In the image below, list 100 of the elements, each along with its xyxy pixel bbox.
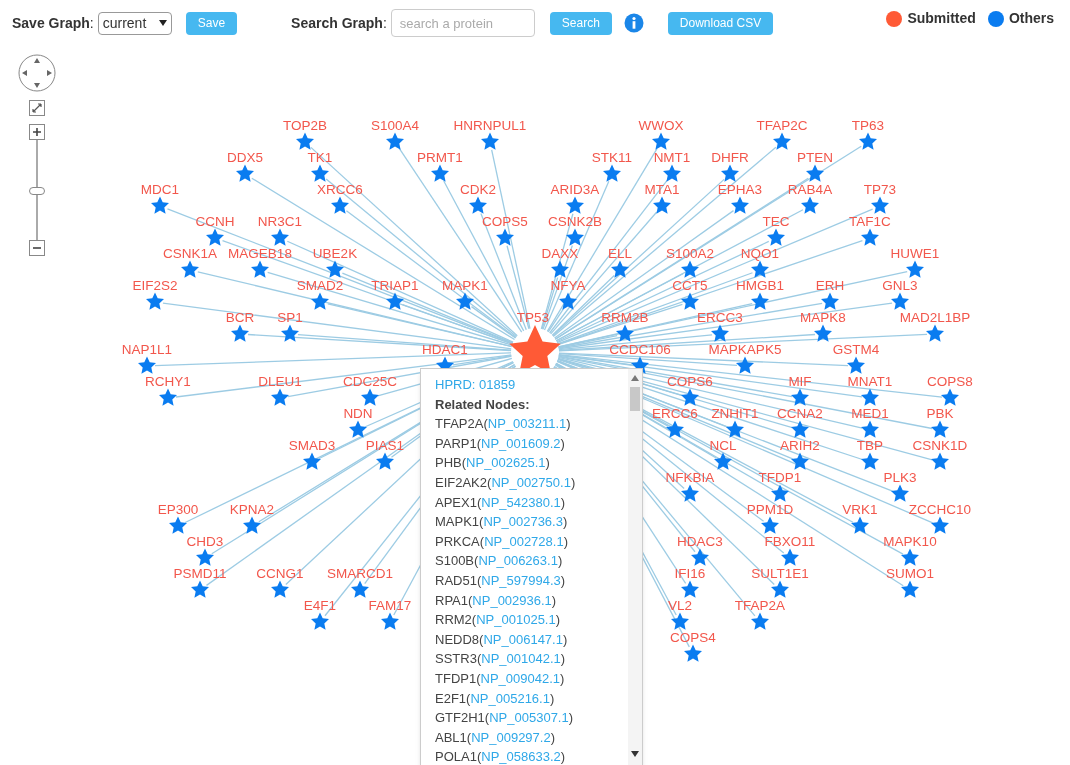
legend-label: Others xyxy=(1008,9,1054,28)
node-label: COPS5 xyxy=(482,214,528,229)
protein-id-link[interactable]: NP_003211.1 xyxy=(487,416,567,432)
node-label: FBXO11 xyxy=(764,534,816,549)
protein-id-link[interactable]: NP_002936.1 xyxy=(472,592,552,608)
node-label: CCT5 xyxy=(672,278,708,293)
node-label: COPS6 xyxy=(667,374,713,389)
search-field[interactable]: search a protein xyxy=(390,9,535,37)
node-label: NQO1 xyxy=(740,246,780,261)
node-label: TP63 xyxy=(851,118,885,133)
node-label: E4F1 xyxy=(303,598,337,613)
node-label: HDAC1 xyxy=(422,342,468,357)
protein-id-link[interactable]: NP_005307.1 xyxy=(489,710,569,726)
node-label: SMAD3 xyxy=(288,438,336,453)
node-label: PTEN xyxy=(797,150,833,165)
node-label: MIF xyxy=(788,374,812,389)
related-node-item: PRKCA(NP_002728.1) xyxy=(435,532,569,551)
search-button[interactable]: Search xyxy=(549,11,612,35)
related-node-item: S100B(NP_006263.1) xyxy=(435,552,564,571)
protein-id-link[interactable]: NP_002750.1 xyxy=(491,474,571,490)
node-label: CDC25C xyxy=(343,374,397,389)
node-label: ZCCHC10 xyxy=(908,502,972,517)
popup-title: HPRD: 01859 xyxy=(435,376,517,394)
node-label: DLEU1 xyxy=(258,374,302,389)
related-node-item: SSTR3(NP_001042.1) xyxy=(435,650,567,669)
node-label: MAGEB18 xyxy=(228,246,292,261)
node-label: MAPKAPK5 xyxy=(708,342,782,357)
node-label: HNRNPUL1 xyxy=(453,118,527,133)
node-label: SUMO1 xyxy=(886,566,934,581)
node-label: WWOX xyxy=(638,118,684,133)
node-label: TBP xyxy=(856,438,884,453)
protein-id-link[interactable]: NP_006263.1 xyxy=(478,553,558,569)
node-label: SMAD2 xyxy=(296,278,344,293)
related-node-item: E2F1(NP_005216.1) xyxy=(435,689,556,708)
node-label: ARID3A xyxy=(550,182,600,197)
node-label: COPS8 xyxy=(927,374,973,389)
node-label: MDC1 xyxy=(140,182,180,197)
node-label: TFDP1 xyxy=(758,470,802,485)
node-label: CSNK1D xyxy=(912,438,968,453)
node-label: TFAP2C xyxy=(756,118,808,133)
node-label: SULT1E1 xyxy=(751,566,809,581)
node-label: CSNK2B xyxy=(548,214,602,229)
protein-id-link[interactable]: NP_002728.1 xyxy=(484,533,564,549)
save-button[interactable]: Save xyxy=(185,11,238,35)
node-label: DDX5 xyxy=(227,150,263,165)
node-label: TOP2B xyxy=(283,118,327,133)
node-label: MAPK1 xyxy=(442,278,488,293)
node-label: XRCC6 xyxy=(317,182,363,197)
node-label: UBE2K xyxy=(312,246,358,261)
protein-id-link[interactable]: NP_005216.1 xyxy=(470,690,550,706)
node-label: RRM2B xyxy=(601,310,649,325)
node-label: TRIAP1 xyxy=(371,278,419,293)
related-node-item: EIF2AK2(NP_002750.1) xyxy=(435,473,577,492)
protein-id-link[interactable]: NP_058633.2 xyxy=(481,749,561,765)
protein-id-link[interactable]: NP_009297.2 xyxy=(471,729,551,745)
popup-heading: Related Nodes: xyxy=(435,395,531,414)
node-label: TEC xyxy=(762,214,790,229)
node-label: NR3C1 xyxy=(257,214,303,229)
node-label: TP73 xyxy=(863,182,897,197)
protein-id-link[interactable]: NP_597994.3 xyxy=(481,572,561,588)
node-label: CCNA2 xyxy=(777,406,823,421)
node-label: HMGB1 xyxy=(736,278,784,293)
node-label: PPM1D xyxy=(746,502,794,517)
node-label: CSNK1A xyxy=(163,246,217,261)
related-node-item: GTF2H1(NP_005307.1) xyxy=(435,709,575,728)
related-node-item: ABL1(NP_009297.2) xyxy=(435,728,556,747)
node-label: HDAC3 xyxy=(677,534,723,549)
protein-id-link[interactable]: NP_002736.3 xyxy=(483,514,563,530)
node-label: ERCC3 xyxy=(697,310,743,325)
node-label: ELL xyxy=(608,246,632,261)
node-label: NFYA xyxy=(550,278,586,293)
node-label: ERCC6 xyxy=(652,406,698,421)
save-select[interactable]: current xyxy=(97,11,172,35)
node-label: TAF1C xyxy=(849,214,891,229)
node-label: COPS4 xyxy=(670,630,716,645)
node-label: PIAS1 xyxy=(365,438,405,453)
protein-id-link[interactable]: NP_542380.1 xyxy=(481,494,561,510)
protein-id-link[interactable]: NP_001609.2 xyxy=(481,435,561,451)
node-label: FAM17 xyxy=(368,598,412,613)
protein-id-link[interactable]: NP_002625.1 xyxy=(466,455,546,471)
node-label: ZNHIT1 xyxy=(711,406,759,421)
protein-id-link[interactable]: NP_001025.1 xyxy=(476,612,556,628)
node-label: SP1 xyxy=(277,310,303,325)
node-label: NFKBIA xyxy=(665,470,715,485)
node-label: GNL3 xyxy=(882,278,918,293)
node-label: BCR xyxy=(225,310,255,325)
node-label: RAB4A xyxy=(787,182,833,197)
related-node-item: TFDP1(NP_009042.1) xyxy=(435,669,566,688)
node-label: DHFR xyxy=(711,150,749,165)
node-label: MAPK8 xyxy=(800,310,846,325)
protein-id-link[interactable]: NP_006147.1 xyxy=(483,631,563,647)
related-node-item: POLA1(NP_058633.2) xyxy=(435,748,567,765)
node-label: ARIH2 xyxy=(780,438,820,453)
node-label: PSMD11 xyxy=(173,566,227,581)
node-label: VL2 xyxy=(668,598,692,613)
download-csv-button[interactable]: Download CSV xyxy=(667,11,774,35)
node-label: MED1 xyxy=(851,406,889,421)
node-label: CCNG1 xyxy=(256,566,304,581)
protein-id-link[interactable]: NP_009042.1 xyxy=(480,670,561,686)
protein-id-link[interactable]: NP_001042.1 xyxy=(481,651,561,667)
